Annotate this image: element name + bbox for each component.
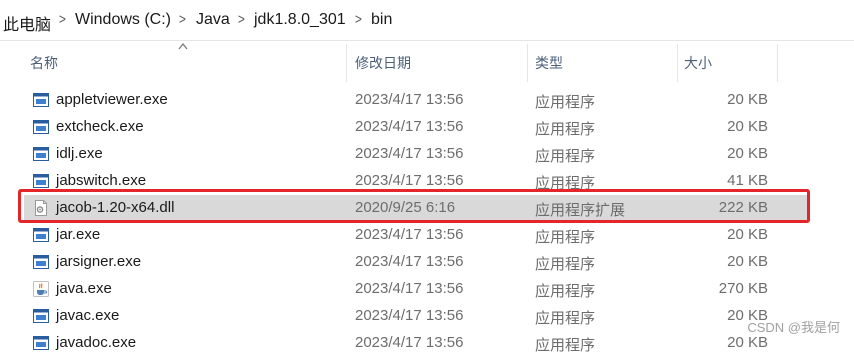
watermark-text: CSDN @我是何 [747, 320, 840, 335]
exe-window-icon [33, 146, 49, 162]
file-name: extcheck.exe [56, 118, 144, 135]
exe-window-icon [33, 92, 49, 108]
exe-window-icon [33, 335, 49, 351]
file-date-modified: 2023/4/17 13:56 [355, 334, 464, 351]
file-name: jarsigner.exe [56, 253, 142, 270]
file-size: 41 KB [727, 172, 768, 189]
breadcrumb-java[interactable]: Java [196, 11, 230, 29]
column-divider[interactable] [777, 44, 778, 82]
column-divider[interactable] [527, 44, 528, 82]
breadcrumb-jdk[interactable]: jdk1.8.0_301 [254, 11, 346, 29]
exe-window-icon [33, 119, 49, 135]
file-name: jar.exe [56, 226, 101, 243]
file-row[interactable]: extcheck.exe 2023/4/17 13:56 应用程序 20 KB [24, 114, 809, 141]
column-header-type[interactable]: 类型 [535, 53, 563, 73]
file-size: 20 KB [727, 145, 768, 162]
exe-window-icon [33, 173, 49, 189]
exe-window-icon [33, 308, 49, 324]
column-divider[interactable] [677, 44, 678, 82]
file-size: 20 KB [727, 91, 768, 108]
file-row[interactable]: jar.exe 2023/4/17 13:56 应用程序 20 KB [24, 222, 809, 249]
file-size: 20 KB [727, 334, 768, 351]
chevron-right-icon[interactable]: > [355, 11, 362, 28]
file-row[interactable]: idlj.exe 2023/4/17 13:56 应用程序 20 KB [24, 141, 809, 168]
exe-window-icon [33, 227, 49, 243]
column-header-size[interactable]: 大小 [684, 53, 712, 73]
chevron-right-icon[interactable]: > [59, 11, 66, 28]
file-name: appletviewer.exe [56, 91, 168, 108]
exe-window-icon [33, 254, 49, 270]
file-type: 应用程序 [535, 148, 596, 165]
sort-ascending-icon [178, 42, 188, 50]
file-date-modified: 2023/4/17 13:56 [355, 172, 464, 189]
file-name: javadoc.exe [56, 334, 137, 351]
file-type: 应用程序 [535, 337, 596, 354]
file-size: 20 KB [727, 226, 768, 243]
file-row[interactable]: java.exe 2023/4/17 13:56 应用程序 270 KB [24, 276, 809, 303]
file-type: 应用程序 [535, 283, 596, 300]
file-size: 20 KB [727, 253, 768, 270]
file-type: 应用程序 [535, 94, 596, 111]
file-name: javac.exe [56, 307, 120, 324]
java-cup-icon [33, 281, 49, 297]
file-name: jabswitch.exe [56, 172, 147, 189]
file-size: 20 KB [727, 118, 768, 135]
file-date-modified: 2023/4/17 13:56 [355, 118, 464, 135]
breadcrumb-drive-c[interactable]: Windows (C:) [75, 11, 171, 29]
column-header-date[interactable]: 修改日期 [355, 53, 411, 73]
chevron-right-icon[interactable]: > [238, 11, 245, 28]
file-row[interactable]: javac.exe 2023/4/17 13:56 应用程序 20 KB [24, 303, 809, 330]
column-divider[interactable] [346, 44, 347, 82]
file-date-modified: 2023/4/17 13:56 [355, 91, 464, 108]
file-row[interactable]: jarsigner.exe 2023/4/17 13:56 应用程序 20 KB [24, 249, 809, 276]
address-breadcrumb: 此电脑 > Windows (C:) > Java > jdk1.8.0_301… [0, 0, 854, 41]
column-header-row: 名称 修改日期 类型 大小 [0, 42, 854, 84]
file-type: 应用程序 [535, 310, 596, 327]
file-row[interactable]: appletviewer.exe 2023/4/17 13:56 应用程序 20 KB [24, 87, 809, 114]
file-date-modified: 2023/4/17 13:56 [355, 280, 464, 297]
file-size: 270 KB [718, 280, 768, 297]
file-name: idlj.exe [56, 145, 103, 162]
file-date-modified: 2023/4/17 13:56 [355, 253, 464, 270]
file-date-modified: 2023/4/17 13:56 [355, 307, 464, 324]
file-name: java.exe [56, 280, 112, 297]
file-date-modified: 2023/4/17 13:56 [355, 226, 464, 243]
column-header-name[interactable]: 名称 [30, 53, 58, 73]
file-type: 应用程序 [535, 229, 596, 246]
breadcrumb-bin[interactable]: bin [371, 11, 392, 29]
chevron-right-icon[interactable]: > [179, 11, 186, 28]
file-date-modified: 2023/4/17 13:56 [355, 145, 464, 162]
breadcrumb-this-pc[interactable]: 此电脑 [3, 11, 51, 35]
file-type: 应用程序 [535, 256, 596, 273]
file-type: 应用程序 [535, 121, 596, 138]
red-highlight-box [18, 189, 810, 223]
